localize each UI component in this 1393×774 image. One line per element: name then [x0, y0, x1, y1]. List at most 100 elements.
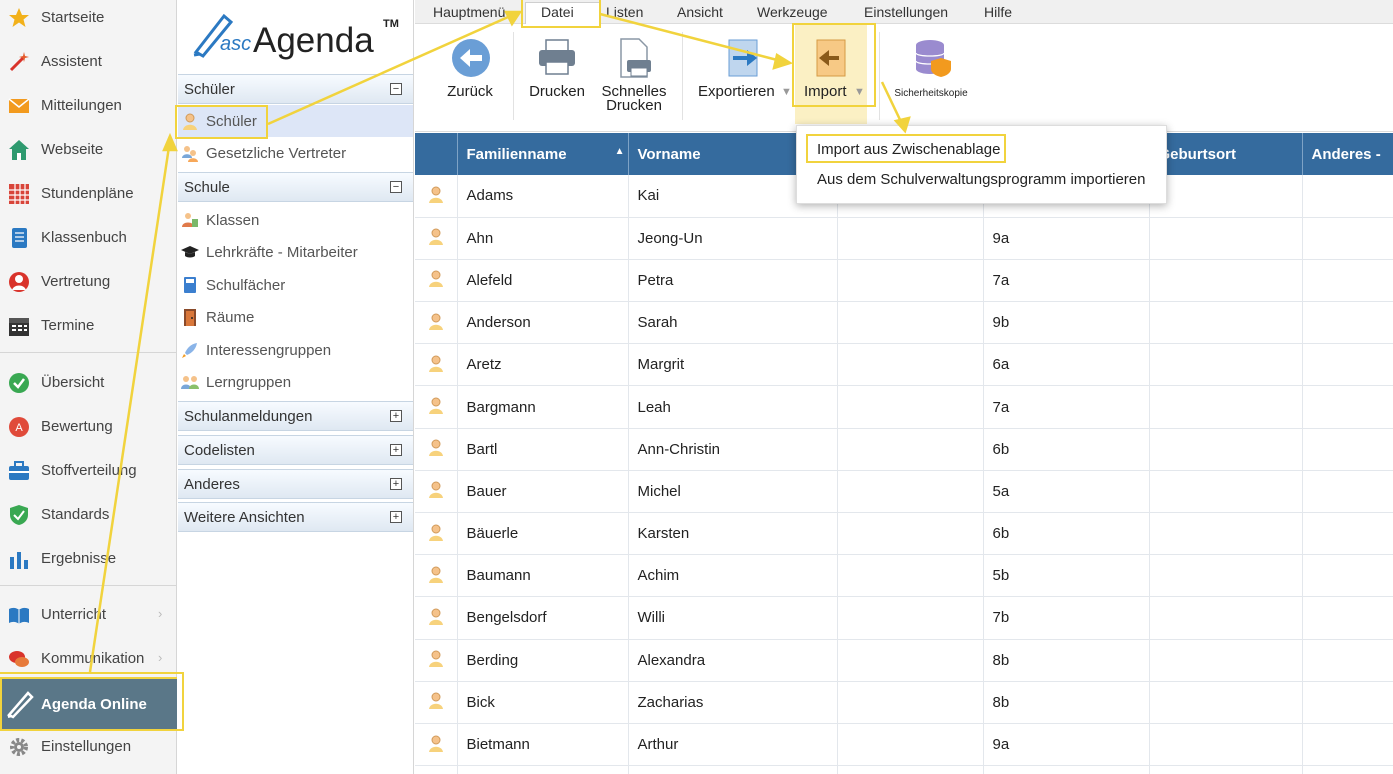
student-row-icon-cell	[415, 723, 458, 767]
import-button[interactable]: Import ▼	[795, 24, 867, 124]
nav-assistent[interactable]: Assistent	[0, 40, 176, 84]
column-header-anderes[interactable]: Anderes -	[1302, 133, 1393, 175]
cell-geburtsort	[1149, 639, 1303, 682]
section-codelisten[interactable]: Codelisten +	[178, 435, 413, 465]
table-row[interactable]	[415, 765, 1393, 774]
section-schulanmeldungen[interactable]: Schulanmeldungen +	[178, 401, 413, 431]
print-label: Drucken	[529, 83, 585, 100]
cell-klasse: 7b	[983, 596, 1150, 640]
table-row[interactable]: Bartl Ann-Christin 6b	[415, 428, 1393, 471]
menu-hauptmenue[interactable]: Hauptmenü	[433, 4, 505, 20]
nav-label: Bewertung	[41, 418, 113, 435]
tree-item-lerngruppen[interactable]: Lerngruppen	[178, 366, 413, 398]
nav-vertretung[interactable]: Vertretung	[0, 260, 176, 304]
graduation-cap-icon	[181, 246, 199, 258]
cell-klasse: 6a	[983, 343, 1150, 387]
collapse-icon[interactable]: −	[390, 83, 402, 95]
section-weitere-ansichten[interactable]: Weitere Ansichten +	[178, 502, 413, 532]
student-icon	[183, 113, 197, 130]
nav-mitteilungen[interactable]: Mitteilungen	[0, 84, 176, 128]
table-row[interactable]: Anderson Sarah 9b	[415, 301, 1393, 345]
tree-item-schulfaecher[interactable]: Schulfächer	[178, 269, 413, 301]
nav-label: Agenda Online	[41, 696, 147, 713]
nav-stundenplaene[interactable]: Stundenpläne	[0, 172, 176, 216]
student-icon	[428, 313, 443, 330]
table-row[interactable]: Baumann Achim 5b	[415, 554, 1393, 598]
section-schule[interactable]: Schule −	[178, 172, 413, 202]
import-dropdown-arrow-icon[interactable]: ▼	[854, 86, 865, 98]
menu-item-import-clipboard[interactable]: Import aus Zwischenablage	[817, 141, 1000, 158]
cell-geburtsort	[1149, 343, 1303, 387]
column-header-geburtsort[interactable]: Geburtsort	[1149, 133, 1303, 175]
expand-icon[interactable]: +	[390, 410, 402, 422]
nav-klassenbuch[interactable]: Klassenbuch	[0, 216, 176, 260]
chat-icon	[9, 651, 29, 667]
student-row-icon-cell	[415, 343, 458, 387]
table-row[interactable]: Bick Zacharias 8b	[415, 681, 1393, 724]
expand-icon[interactable]: +	[390, 444, 402, 456]
menu-werkzeuge[interactable]: Werkzeuge	[757, 4, 828, 20]
nav-webseite[interactable]: Webseite	[0, 128, 176, 172]
quick-print-button[interactable]: Schnelles Drucken	[599, 24, 669, 114]
cell-geburtsort	[1149, 385, 1303, 429]
nav-uebersicht[interactable]: Übersicht	[0, 361, 176, 405]
print-button[interactable]: Drucken	[525, 24, 589, 104]
table-row[interactable]: Ahn Jeong-Un 9a	[415, 217, 1393, 260]
menu-item-import-school-admin[interactable]: Aus dem Schulverwaltungsprogramm importi…	[817, 171, 1145, 188]
quick-print-icon	[620, 38, 651, 78]
table-row[interactable]: Bargmann Leah 7a	[415, 385, 1393, 429]
backup-button[interactable]: Sicherheitskopie	[885, 24, 977, 104]
menu-datei-active[interactable]: Datei	[541, 4, 574, 20]
table-row[interactable]: Bauer Michel 5a	[415, 470, 1393, 514]
header-label: Vorname	[637, 145, 701, 163]
section-anderes[interactable]: Anderes +	[178, 469, 413, 499]
cell-familienname: Berding	[457, 639, 629, 682]
open-book-icon	[9, 607, 29, 624]
export-button[interactable]: Exportieren ▼	[693, 24, 795, 104]
nav-startseite[interactable]: Startseite	[0, 0, 176, 40]
tree-item-lehrkraefte[interactable]: Lehrkräfte - Mitarbeiter	[178, 236, 413, 268]
tree-item-gesetzliche-vertreter[interactable]: Gesetzliche Vertreter	[178, 137, 413, 169]
export-dropdown-arrow-icon[interactable]: ▼	[781, 86, 792, 98]
table-row[interactable]: Berding Alexandra 8b	[415, 639, 1393, 682]
expand-icon[interactable]: +	[390, 478, 402, 490]
table-row[interactable]: Bengelsdorf Willi 7b	[415, 596, 1393, 640]
ribbon-toolbar: Zurück Drucken Schnelles Drucken Exporti…	[415, 24, 1393, 132]
table-row[interactable]: Bäuerle Karsten 6b	[415, 512, 1393, 556]
cell-familienname: Adams	[457, 175, 629, 218]
cell-geburtsort	[1149, 723, 1303, 767]
section-title: Codelisten	[184, 442, 255, 459]
nav-termine[interactable]: Termine	[0, 304, 176, 348]
nav-divider	[0, 352, 176, 353]
expand-icon[interactable]: +	[390, 511, 402, 523]
table-row[interactable]: Aretz Margrit 6a	[415, 343, 1393, 387]
nav-unterricht[interactable]: Unterricht ›	[0, 593, 176, 637]
menu-listen[interactable]: Listen	[606, 4, 643, 20]
cell-familienname: Bengelsdorf	[457, 596, 629, 640]
column-header-familienname[interactable]: Familienname ▲	[457, 133, 629, 175]
menu-einstellungen[interactable]: Einstellungen	[864, 4, 948, 20]
tree-item-label: Lehrkräfte - Mitarbeiter	[206, 244, 358, 261]
table-row[interactable]: Alefeld Petra 7a	[415, 259, 1393, 303]
tree-item-klassen[interactable]: Klassen	[178, 204, 413, 236]
table-row[interactable]: Bietmann Arthur 9a	[415, 723, 1393, 767]
main-navigation: Startseite Assistent Mitteilungen Websei…	[0, 0, 184, 774]
nav-agenda-online[interactable]: Agenda Online	[0, 677, 184, 731]
nav-standards[interactable]: Standards	[0, 493, 176, 537]
cell-column-3	[837, 723, 984, 767]
quick-print-label-2: Drucken	[606, 97, 662, 114]
menu-ansicht[interactable]: Ansicht	[677, 4, 723, 20]
nav-stoffverteilung[interactable]: Stoffverteilung	[0, 449, 176, 493]
cell-familienname: Bietmann	[457, 723, 629, 767]
section-schueler[interactable]: Schüler −	[178, 74, 413, 104]
nav-einstellungen[interactable]: Einstellungen	[0, 725, 176, 769]
collapse-icon[interactable]: −	[390, 181, 402, 193]
tree-item-schueler[interactable]: Schüler	[178, 105, 413, 137]
nav-bewertung[interactable]: A Bewertung	[0, 405, 176, 449]
tree-item-interessengruppen[interactable]: Interessengruppen	[178, 334, 413, 366]
tree-item-raeume[interactable]: Räume	[178, 301, 413, 333]
nav-ergebnisse[interactable]: Ergebnisse	[0, 537, 176, 581]
nav-kommunikation[interactable]: Kommunikation ›	[0, 637, 176, 681]
back-button[interactable]: Zurück	[439, 24, 501, 104]
menu-hilfe[interactable]: Hilfe	[984, 4, 1012, 20]
